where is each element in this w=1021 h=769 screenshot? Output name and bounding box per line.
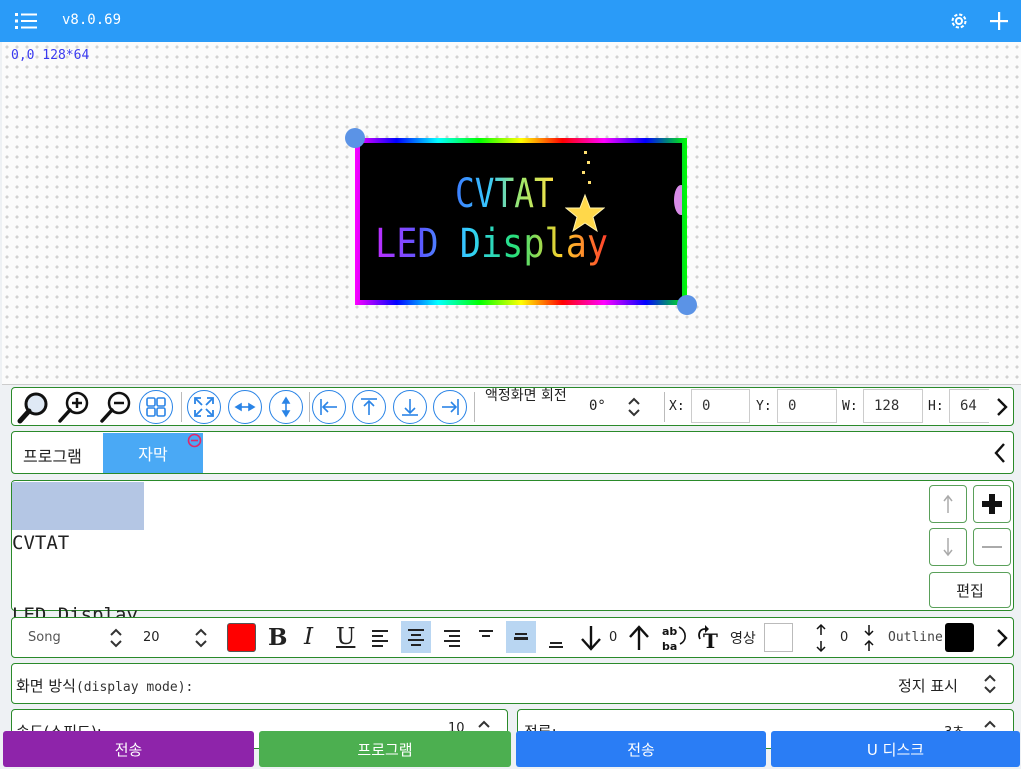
udisk-button[interactable]: U 디스크 <box>771 731 1020 767</box>
size-stepper-icon[interactable] <box>190 626 212 650</box>
bold-button[interactable]: B <box>268 624 287 651</box>
display-mode-row[interactable]: 화면 방식(display mode): 정지 표시 <box>11 663 1014 704</box>
move-up-button[interactable] <box>929 485 967 523</box>
plus-icon[interactable] <box>986 8 1012 34</box>
display-mode-label: 화면 방식(display mode): <box>16 677 194 695</box>
grid-icon[interactable] <box>139 390 173 424</box>
font-stepper-icon[interactable] <box>105 626 127 650</box>
underline-button[interactable]: U <box>336 624 355 650</box>
align-right-edge-icon[interactable] <box>433 390 467 424</box>
send-button-left[interactable]: 전송 <box>3 731 254 767</box>
w-input[interactable]: 128 <box>863 389 923 423</box>
add-button[interactable] <box>973 485 1011 523</box>
display-mode-value[interactable]: 정지 표시 <box>898 675 958 696</box>
send-button-right[interactable]: 전송 <box>516 731 766 767</box>
shadow-label: 영상 <box>730 631 756 647</box>
wrap-text-icon[interactable]: ab ba <box>660 623 688 653</box>
text-color-swatch[interactable] <box>227 623 256 652</box>
font-size-select[interactable]: 20 <box>143 630 160 645</box>
chevron-left-icon[interactable] <box>990 440 1010 466</box>
format-bar: Song 20 B I U 0 ab ba T 영상 0 Outline <box>11 617 1014 658</box>
italic-button[interactable]: I <box>304 624 313 650</box>
led-text-line1: CVTAT <box>455 171 554 217</box>
resize-handle-bottom-right[interactable] <box>677 295 697 315</box>
version-label: v8.0.69 <box>62 12 122 28</box>
gear-icon[interactable] <box>946 8 972 34</box>
canvas-toolbar: 액정화면 회전 0° X: 0 Y: 0 W: 128 H: 64 <box>11 387 1014 426</box>
zoom-in-icon[interactable] <box>56 389 92 425</box>
top-bar: v8.0.69 <box>0 0 1021 42</box>
align-left-icon[interactable] <box>367 624 393 652</box>
svg-text:ba: ba <box>662 640 677 653</box>
y-input[interactable]: 0 <box>777 389 837 423</box>
h-input[interactable]: 64 <box>949 389 989 423</box>
arrow-down-icon[interactable] <box>578 622 604 654</box>
svg-text:ab: ab <box>662 625 677 638</box>
outline-color-swatch[interactable] <box>945 623 974 652</box>
w-label: W: <box>842 399 858 414</box>
valign-top-icon[interactable] <box>473 624 499 650</box>
list-icon[interactable] <box>13 8 39 34</box>
rotate-value[interactable]: 0° <box>589 398 606 414</box>
shadow-color-swatch[interactable] <box>764 623 793 652</box>
resize-handle-top-left[interactable] <box>345 128 365 148</box>
outline-label: Outline <box>888 630 943 645</box>
preview-canvas[interactable]: 0,0 128*64 CVTAT LED Display <box>2 42 1021 385</box>
h-label: H: <box>928 399 944 414</box>
chevron-right-icon[interactable] <box>992 394 1012 420</box>
align-top-edge-icon[interactable] <box>352 390 386 424</box>
program-row: 프로그램 자막 <box>11 431 1014 474</box>
align-right-icon[interactable] <box>439 624 465 652</box>
zoom-icon[interactable] <box>16 389 52 425</box>
remove-tab-icon[interactable] <box>187 433 202 448</box>
edit-button[interactable]: 편집 <box>929 572 1011 608</box>
app-window: v8.0.69 0,0 128*64 CVTAT LED Display 액정화… <box>0 0 1021 769</box>
vertical-fit-icon[interactable] <box>269 390 303 424</box>
align-center-icon[interactable] <box>401 621 431 653</box>
line-spacing-down-icon[interactable] <box>860 623 878 653</box>
align-left-edge-icon[interactable] <box>312 390 346 424</box>
remove-button[interactable] <box>973 528 1011 566</box>
led-preview[interactable]: CVTAT LED Display <box>355 138 687 305</box>
fit-screen-icon[interactable] <box>187 390 221 424</box>
rotate-text-icon[interactable]: T <box>695 623 723 653</box>
text-editor-panel: CVTAT LED Display 편집 <box>11 480 1014 626</box>
move-down-button[interactable] <box>929 528 967 566</box>
line-spacing-value[interactable]: 0 <box>840 630 848 645</box>
display-mode-stepper-icon[interactable] <box>979 671 1001 697</box>
horizontal-fit-icon[interactable] <box>228 390 262 424</box>
star-icon <box>565 193 605 233</box>
arrow-up-icon[interactable] <box>626 622 652 654</box>
line-spacing-up-icon[interactable] <box>812 623 830 653</box>
x-label: X: <box>669 399 685 414</box>
chevron-right-icon[interactable] <box>992 625 1012 651</box>
zoom-out-icon[interactable] <box>98 389 134 425</box>
program-label[interactable]: 프로그램 <box>23 443 82 467</box>
text-line1[interactable]: CVTAT <box>12 531 138 555</box>
program-button[interactable]: 프로그램 <box>259 731 511 767</box>
align-bottom-edge-icon[interactable] <box>393 390 427 424</box>
y-label: Y: <box>756 399 772 414</box>
valign-bottom-icon[interactable] <box>543 626 569 654</box>
char-spacing-value[interactable]: 0 <box>609 630 617 645</box>
rotate-stepper-icon[interactable] <box>622 394 646 420</box>
valign-middle-icon[interactable] <box>506 621 536 653</box>
font-select[interactable]: Song <box>28 630 61 645</box>
rotate-label: 액정화면 회전 <box>485 388 567 404</box>
x-input[interactable]: 0 <box>691 389 750 423</box>
coordinate-readout: 0,0 128*64 <box>11 48 90 63</box>
